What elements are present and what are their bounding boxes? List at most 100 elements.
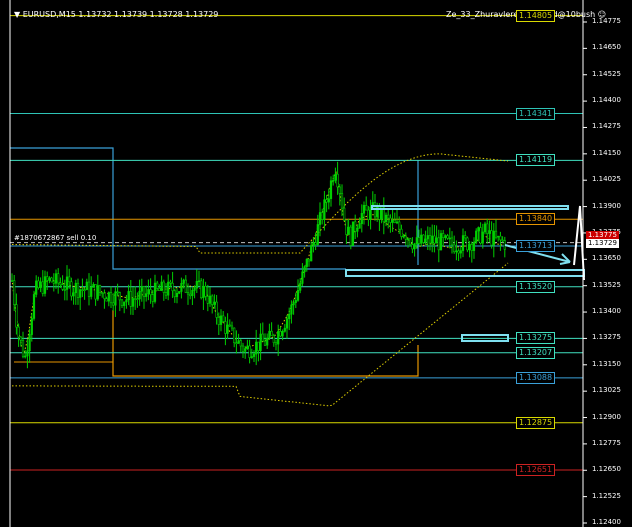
level-price-tag[interactable]: 1.13840 xyxy=(516,213,556,226)
candle-body xyxy=(433,235,436,244)
candle-body xyxy=(316,224,319,245)
candle-body xyxy=(17,326,20,338)
candle-body xyxy=(501,239,504,242)
candle-body xyxy=(488,230,491,234)
candle-body xyxy=(437,237,440,251)
candle-body xyxy=(281,331,284,337)
level-price-tag[interactable]: 1.12875 xyxy=(516,416,556,429)
candle-body xyxy=(239,340,242,347)
candle-body xyxy=(189,293,192,297)
candle-body xyxy=(101,292,104,294)
candle-body xyxy=(222,315,225,322)
candle-body xyxy=(167,281,170,296)
level-price-tag[interactable]: 1.13275 xyxy=(516,332,556,345)
candle-body xyxy=(226,324,229,334)
price-tick-label: 1.13275 xyxy=(592,333,621,342)
candle-body xyxy=(367,209,370,220)
candle-body xyxy=(468,244,471,251)
candle-body xyxy=(340,193,344,209)
price-tick-label: 1.12650 xyxy=(592,465,621,474)
candle-body xyxy=(470,244,473,251)
candle-body xyxy=(96,285,99,300)
candle-body xyxy=(455,250,458,253)
candle-body xyxy=(59,282,62,285)
candle-body xyxy=(492,230,495,246)
middle-band xyxy=(11,171,509,356)
candle-body xyxy=(63,289,66,291)
candle-body xyxy=(494,230,498,238)
candle-body xyxy=(230,325,234,329)
candle-body xyxy=(184,279,187,293)
candle-body xyxy=(277,331,280,345)
support-marker[interactable] xyxy=(345,269,585,277)
price-tick-label: 1.12525 xyxy=(592,491,621,500)
candle-body xyxy=(191,290,194,297)
candle-body xyxy=(123,301,126,306)
candle-body xyxy=(329,180,333,199)
candle-body xyxy=(290,304,293,315)
candle-body xyxy=(279,331,282,337)
level-price-tag[interactable]: 1.14119 xyxy=(516,154,556,167)
candle-body xyxy=(413,243,416,250)
candle-body xyxy=(235,342,238,345)
price-tick-label: 1.14400 xyxy=(592,96,621,105)
candle-body xyxy=(21,339,25,357)
level-price-tag[interactable]: 1.13207 xyxy=(516,346,556,359)
candle-body xyxy=(215,301,218,318)
candle-body xyxy=(424,238,427,243)
price-tick-label: 1.13025 xyxy=(592,386,621,395)
candle-body xyxy=(156,282,159,289)
price-tick-label: 1.13900 xyxy=(592,201,621,210)
symbol-info-text: EURUSD,M15 1.13732 1.13739 1.13728 1.137… xyxy=(22,10,219,19)
trade-line-label[interactable]: #1870672867 sell 0.10 xyxy=(14,234,96,242)
candle-body xyxy=(477,227,480,232)
candle-body xyxy=(39,281,42,288)
candle-body xyxy=(332,179,335,182)
candle-body xyxy=(83,289,86,291)
candle-body xyxy=(303,266,306,273)
candle-body xyxy=(310,245,313,262)
candle-body xyxy=(90,286,93,297)
level-price-tag[interactable]: 1.13520 xyxy=(516,280,556,293)
candle-body xyxy=(54,273,58,284)
candle-body xyxy=(153,282,157,302)
candle-body xyxy=(428,235,432,244)
candle-body xyxy=(351,221,355,246)
candle-body xyxy=(435,237,438,244)
price-tick-label: 1.14150 xyxy=(592,148,621,157)
candle-body xyxy=(343,207,346,221)
candle-body xyxy=(175,293,179,298)
price-chart[interactable] xyxy=(0,0,632,527)
candle-body xyxy=(431,235,434,244)
candle-body xyxy=(180,283,183,292)
candle-body xyxy=(391,219,394,223)
candle-body xyxy=(409,238,412,245)
resistance-marker[interactable] xyxy=(371,205,569,210)
candle-body xyxy=(79,289,82,298)
candle-body xyxy=(417,237,421,244)
candle-body xyxy=(446,235,449,239)
candle-body xyxy=(263,340,267,346)
level-price-tag[interactable]: 1.14805 xyxy=(516,9,556,22)
candle-body xyxy=(288,313,291,320)
candle-body xyxy=(426,235,429,240)
candle-body xyxy=(345,219,348,235)
level-price-tag[interactable]: 1.13713 xyxy=(516,240,556,253)
candle-body xyxy=(169,281,172,284)
candle-body xyxy=(76,282,80,298)
candle-body xyxy=(461,235,465,251)
candle-body xyxy=(149,289,152,295)
dropdown-arrow-icon[interactable]: ▼ xyxy=(14,10,20,19)
candle-body xyxy=(360,213,363,224)
level-price-tag[interactable]: 1.14341 xyxy=(516,107,556,120)
candle-body xyxy=(365,205,368,211)
price-tick-label: 1.13650 xyxy=(592,254,621,263)
candle-body xyxy=(334,173,337,181)
level-price-tag[interactable]: 1.12651 xyxy=(516,464,556,477)
candle-body xyxy=(450,237,454,246)
price-tick-label: 1.13400 xyxy=(592,307,621,316)
level-price-tag[interactable]: 1.13088 xyxy=(516,371,556,384)
candle-body xyxy=(259,333,262,351)
price-tick-label: 1.12900 xyxy=(592,412,621,421)
candle-body xyxy=(244,348,247,352)
